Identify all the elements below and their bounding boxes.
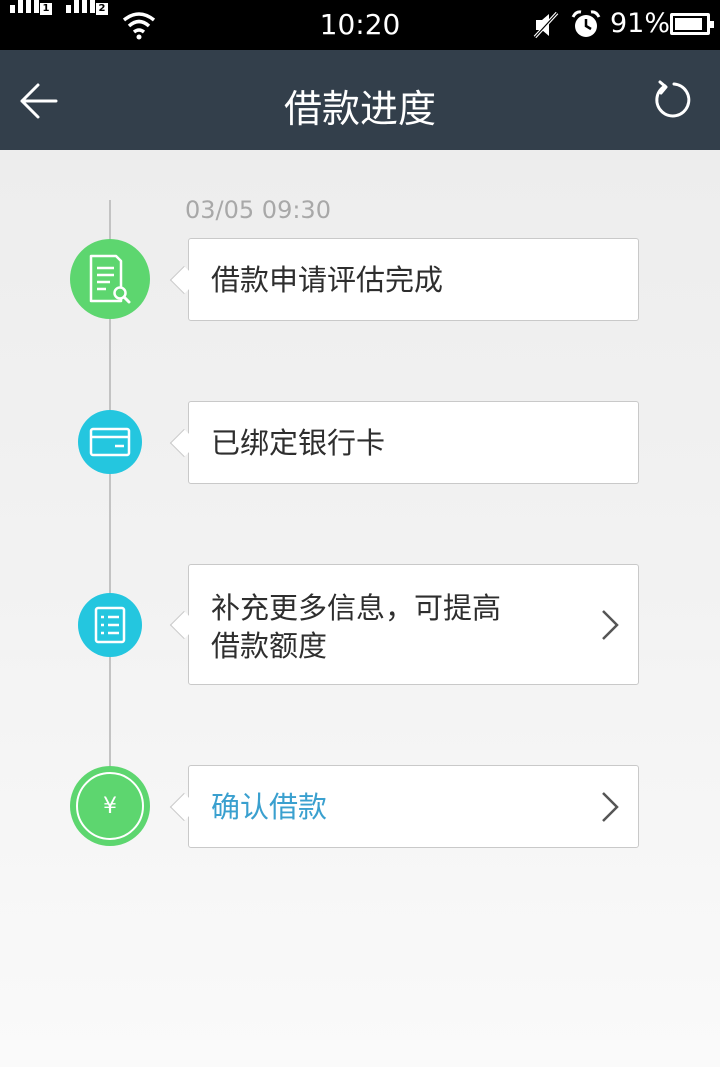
chevron-right-icon — [602, 791, 619, 822]
bank-card-icon — [89, 427, 131, 457]
refresh-icon[interactable] — [652, 80, 692, 120]
step-node-confirm: ¥ — [70, 766, 150, 846]
step-label-more-info-line2: 借款额度 — [211, 629, 328, 663]
page-title: 借款进度 — [283, 87, 436, 131]
step-label-bank-card: 已绑定银行卡 — [211, 426, 386, 460]
step-label-confirm: 确认借款 — [211, 790, 328, 824]
step-label-application: 借款申请评估完成 — [211, 263, 444, 297]
battery-icon — [670, 13, 714, 35]
alarm-icon — [571, 10, 601, 37]
nav-bar: 借款进度 — [0, 50, 720, 150]
step-card-more-info[interactable]: 补充更多信息，可提高 借款额度 — [169, 564, 639, 685]
document-search-icon — [89, 254, 131, 304]
battery-percent: 91% — [610, 8, 671, 39]
timeline-timestamp: 03/05 09:30 — [185, 196, 331, 224]
step-card-bank-card: 已绑定银行卡 — [169, 401, 639, 484]
step-label-more-info-line1: 补充更多信息，可提高 — [211, 591, 502, 625]
step-card-confirm[interactable]: 确认借款 — [169, 765, 639, 848]
step-node-more-info — [78, 593, 142, 657]
step-card-application: 借款申请评估完成 — [169, 238, 639, 321]
form-list-icon — [94, 606, 126, 644]
chevron-right-icon — [602, 609, 619, 640]
step-node-bank-card — [78, 410, 142, 474]
step-node-application — [70, 239, 150, 319]
status-bar: 1 2 10:20 91% — [0, 0, 720, 50]
mute-icon — [533, 11, 559, 39]
yuan-icon: ¥ — [103, 793, 117, 819]
